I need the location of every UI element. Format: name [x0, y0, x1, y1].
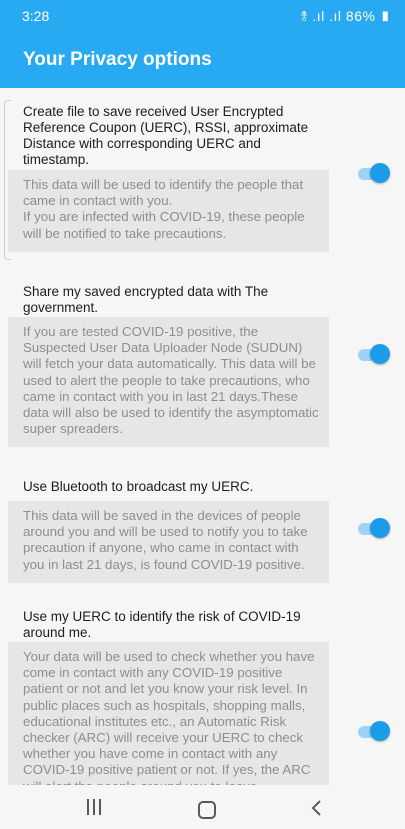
back-chevron-icon — [311, 800, 321, 816]
option-title: Share my saved encrypted data with The g… — [23, 284, 269, 315]
status-bar: 3:28 ⥉ .ıl .ıl 86% ▮ — [0, 0, 405, 34]
toggle-risk-identification[interactable] — [358, 721, 390, 741]
page-title: Your Privacy options — [23, 49, 212, 70]
back-button[interactable] — [310, 799, 324, 817]
toggle-share-with-government[interactable] — [358, 344, 390, 364]
status-icons: ⥉ .ıl .ıl 86% ▮ — [301, 8, 391, 25]
privacy-options-list[interactable]: Create file to save received User Encryp… — [0, 88, 405, 785]
toggle-thumb — [370, 163, 390, 183]
wifi-icon: ⥉ — [300, 8, 308, 24]
toggle-thumb — [370, 344, 390, 364]
battery-icon: ▮ — [379, 8, 391, 24]
option-title: Use my UERC to identify the risk of COVI… — [23, 609, 301, 640]
system-nav-bar — [0, 785, 405, 829]
home-button[interactable] — [198, 801, 216, 819]
signal-icon: .ıl .ıl — [312, 8, 342, 24]
battery-level: 86% — [345, 8, 376, 24]
app-bar: Your Privacy options — [0, 34, 405, 88]
toggle-bluetooth-broadcast[interactable] — [358, 518, 390, 538]
option-description: This data will be used to identify the p… — [8, 170, 329, 252]
recents-button[interactable] — [87, 799, 105, 820]
toggle-thumb — [370, 518, 390, 538]
option-description: Your data will be used to check whether … — [8, 642, 329, 785]
recents-icon — [87, 799, 89, 815]
status-time: 3:28 — [22, 8, 50, 24]
option-description: This data will be saved in the devices o… — [8, 501, 329, 583]
toggle-thumb — [370, 721, 390, 741]
option-title: Create file to save received User Encryp… — [23, 104, 309, 167]
option-description: If you are tested COVID-19 positive, the… — [8, 317, 329, 447]
toggle-save-uerc-file[interactable] — [358, 163, 390, 183]
option-title: Use Bluetooth to broadcast my UERC. — [23, 479, 254, 494]
